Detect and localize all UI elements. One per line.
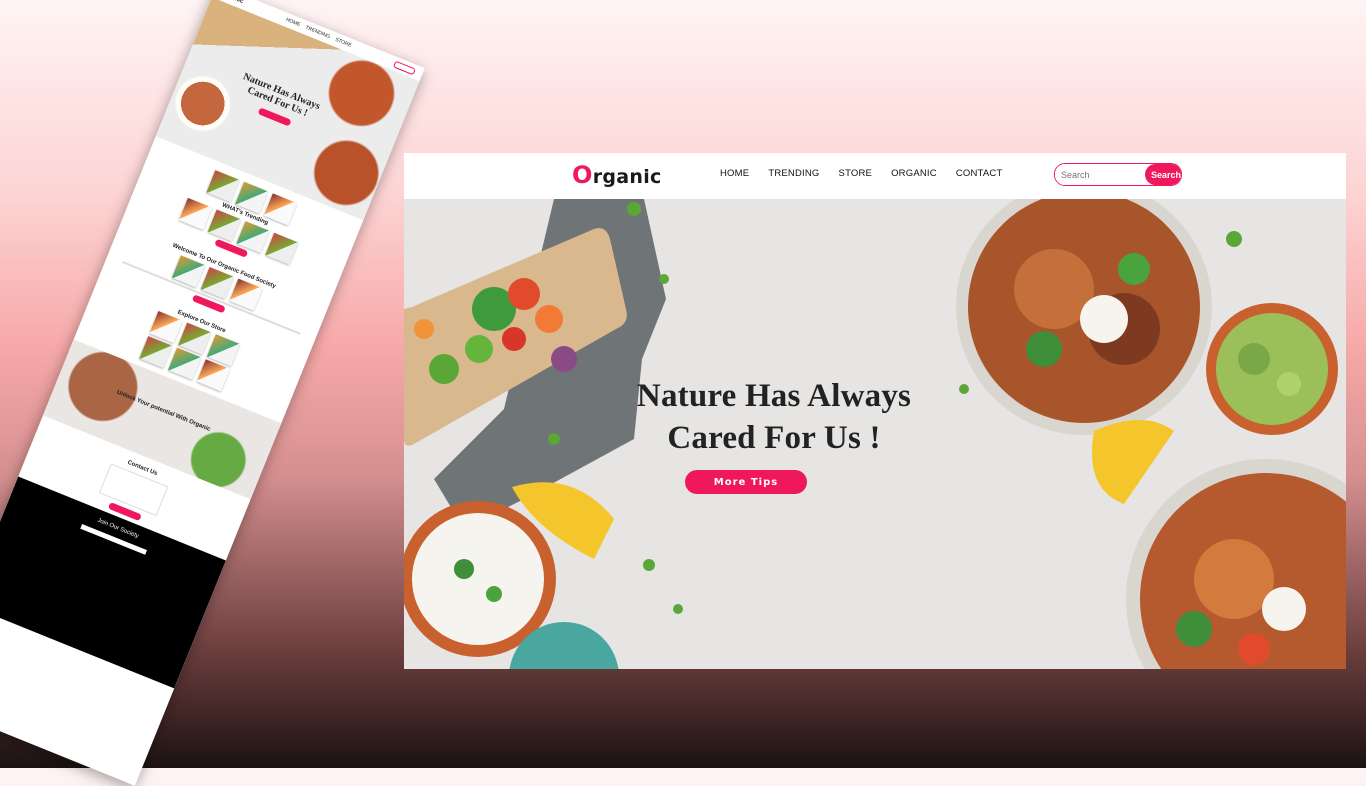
hero-title-line2: Cared For Us ! bbox=[667, 420, 881, 456]
nav-link-contact[interactable]: CONTACT bbox=[956, 168, 1003, 179]
nav-link-organic[interactable]: ORGANIC bbox=[891, 168, 937, 179]
nav-link-trending[interactable]: TRENDING bbox=[768, 168, 819, 179]
navbar: Organic HOME TRENDING STORE ORGANIC CONT… bbox=[404, 153, 1346, 199]
page-screenshot: Organic HOME TRENDING STORE ORGANIC CONT… bbox=[404, 153, 1346, 669]
guacamole-bowl bbox=[1206, 303, 1338, 435]
search-bar: Search bbox=[1054, 163, 1182, 186]
logo-text: rganic bbox=[592, 166, 662, 188]
preview-nav-home: HOME bbox=[284, 16, 302, 29]
preview-unlock-heading: Unlock Your potential With Organic bbox=[115, 389, 212, 433]
logo-initial: O bbox=[572, 161, 593, 189]
hero-title: Nature Has Always Cared For Us ! bbox=[609, 375, 939, 459]
more-tips-button[interactable]: More Tips bbox=[685, 470, 807, 494]
full-page-preview: Organic HOME TRENDING STORE Nature Has A… bbox=[0, 0, 425, 786]
lemon-wedge-right bbox=[1092, 420, 1174, 504]
nav-links: HOME TRENDING STORE ORGANIC CONTACT bbox=[720, 168, 1002, 179]
site-logo[interactable]: Organic bbox=[572, 161, 662, 189]
fries-bowl-top bbox=[956, 199, 1212, 435]
nav-link-store[interactable]: STORE bbox=[839, 168, 873, 179]
search-input[interactable] bbox=[1055, 164, 1145, 185]
hero-title-line1: Nature Has Always bbox=[636, 378, 912, 414]
search-button[interactable]: Search bbox=[1145, 164, 1181, 185]
fries-bowl-bottom bbox=[1126, 459, 1346, 669]
nav-link-home[interactable]: HOME bbox=[720, 168, 749, 179]
hero-section: Nature Has Always Cared For Us ! More Ti… bbox=[404, 199, 1346, 669]
